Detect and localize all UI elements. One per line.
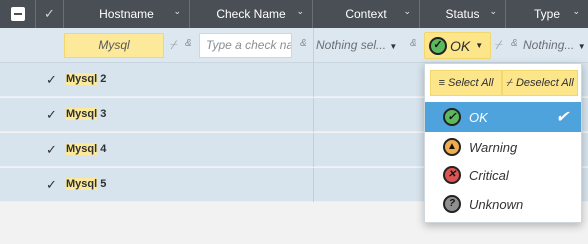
status-column-header[interactable]: Status ⌄ [420, 0, 506, 28]
status-option-ok[interactable]: ✓ OK ✔ [425, 102, 581, 132]
deselect-all-label: Deselect All [515, 77, 574, 89]
option-label: Warning [469, 139, 518, 155]
hostname-filter-input[interactable]: Mysql [64, 33, 164, 58]
check-icon: ✓ [44, 6, 55, 21]
clear-filter-icon[interactable]: ⌿ [495, 37, 503, 53]
ok-icon: ✓ [429, 36, 447, 55]
check-column-header: ✓ [36, 0, 64, 28]
column-divider [313, 63, 314, 97]
row-checked-icon[interactable]: ✓ [46, 107, 57, 123]
hostname-cell: Mysql 4 [66, 143, 107, 155]
type-header-label: Type [533, 7, 560, 21]
select-all-checkbox[interactable] [10, 7, 25, 21]
select-all-button[interactable]: ≡ Select All [430, 70, 502, 96]
caret-down-icon: ▼ [389, 42, 398, 51]
context-header-label: Context [345, 7, 387, 21]
select-all-header[interactable] [0, 0, 36, 28]
ok-icon: ✓ [443, 108, 461, 126]
hostname-cell: Mysql 2 [66, 73, 107, 85]
type-filter-value: Nothing... [523, 38, 575, 52]
selected-check-icon: ✔ [555, 109, 569, 126]
hostname-header-label: Hostname [99, 7, 154, 21]
context-column-header[interactable]: Context ⌄ [313, 0, 420, 28]
hostname-cell: Mysql 5 [66, 178, 107, 190]
select-all-label: Select All [447, 77, 494, 89]
hostname-column-header[interactable]: Hostname ⌄ [64, 0, 190, 28]
grid-header: ✓ Hostname ⌄ Check Name ⌄ Context ⌄ Stat… [0, 0, 588, 28]
caret-down-icon: ▼ [475, 41, 484, 50]
option-label: Unknown [469, 196, 524, 212]
service-grid: ✓ Hostname ⌄ Check Name ⌄ Context ⌄ Stat… [0, 0, 588, 244]
warning-icon: ▲ [443, 138, 461, 156]
chevron-down-icon[interactable]: ⌄ [296, 6, 304, 17]
unknown-icon: ? [443, 195, 461, 213]
column-divider [313, 133, 314, 167]
clear-filter-icon[interactable]: ⌿ [170, 37, 178, 53]
filter-row: Mysql ⌿ & Type a check na & Nothing sel.… [0, 28, 588, 63]
chevron-down-icon[interactable]: ⌄ [173, 6, 181, 17]
status-option-unknown[interactable]: ? Unknown [425, 189, 581, 219]
column-divider [313, 168, 314, 202]
column-divider [313, 28, 314, 63]
and-symbol: & [410, 38, 417, 49]
hostname-cell: Mysql 3 [66, 108, 107, 120]
option-label: Critical [469, 167, 509, 183]
context-filter-value: Nothing sel... [316, 38, 387, 52]
status-option-critical[interactable]: ✕ Critical [425, 160, 581, 190]
critical-icon: ✕ [443, 166, 461, 184]
eraser-icon: ⌿ [506, 76, 513, 89]
status-option-warning[interactable]: ▲ Warning [425, 132, 581, 162]
row-checked-icon[interactable]: ✓ [46, 72, 57, 88]
deselect-all-button[interactable]: ⌿ Deselect All [502, 70, 578, 96]
check-name-filter-input[interactable]: Type a check na [199, 33, 292, 58]
option-label: OK [469, 109, 488, 125]
list-icon: ≡ [438, 77, 445, 89]
chevron-down-icon[interactable]: ⌄ [572, 6, 580, 17]
type-column-header[interactable]: Type ⌄ [506, 0, 588, 28]
dropdown-actions: ≡ Select All ⌿ Deselect All [430, 70, 578, 96]
row-checked-icon[interactable]: ✓ [46, 177, 57, 193]
caret-down-icon: ▼ [577, 42, 586, 51]
status-filter-value: OK [450, 37, 471, 54]
status-dropdown-menu: ≡ Select All ⌿ Deselect All ✓ OK ✔ ▲ War… [424, 63, 582, 223]
type-filter-dropdown[interactable]: Nothing... ▼ [523, 33, 586, 58]
and-symbol: & [511, 38, 518, 49]
column-divider [313, 98, 314, 132]
status-filter-dropdown[interactable]: ✓ OK ▼ [424, 32, 491, 59]
and-symbol: & [300, 38, 307, 49]
context-filter-dropdown[interactable]: Nothing sel... ▼ [316, 33, 397, 58]
and-symbol: & [185, 38, 192, 49]
check-name-column-header[interactable]: Check Name ⌄ [190, 0, 313, 28]
chevron-down-icon[interactable]: ⌄ [489, 6, 497, 17]
chevron-down-icon[interactable]: ⌄ [403, 6, 411, 17]
status-header-label: Status [445, 7, 480, 21]
row-checked-icon[interactable]: ✓ [46, 142, 57, 158]
check-name-header-label: Check Name [216, 7, 286, 21]
